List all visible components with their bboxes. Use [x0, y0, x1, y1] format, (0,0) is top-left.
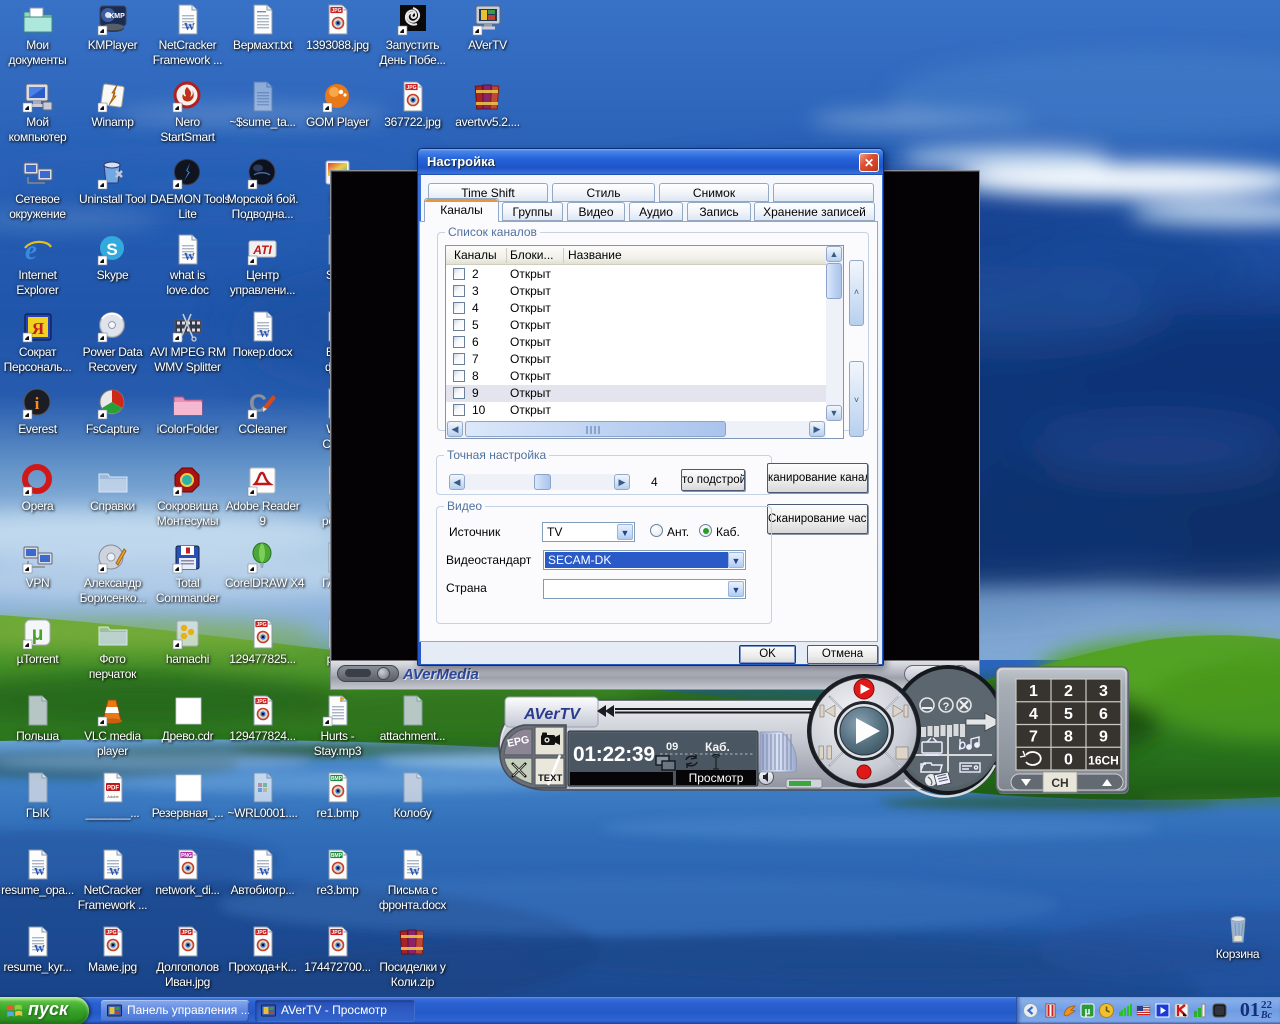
svg-text:e: e: [25, 235, 37, 265]
svg-text:5: 5: [1064, 706, 1073, 723]
svg-text:01:22:39: 01:22:39: [573, 743, 655, 766]
svg-text:PDF: PDF: [107, 786, 119, 792]
svg-text:W: W: [259, 328, 270, 340]
svg-text:4: 4: [1029, 706, 1038, 723]
svg-text:W: W: [184, 21, 195, 33]
svg-text:2: 2: [1064, 683, 1073, 700]
svg-text:6: 6: [1099, 706, 1108, 723]
svg-text:ATI: ATI: [252, 243, 272, 257]
svg-text:7: 7: [1029, 729, 1038, 746]
svg-text:Adobe: Adobe: [107, 794, 119, 799]
svg-text:JPG: JPG: [106, 930, 116, 936]
svg-text:W: W: [184, 251, 195, 263]
svg-text:JPG: JPG: [256, 699, 266, 705]
svg-text:W: W: [34, 866, 45, 878]
svg-text:8: 8: [1064, 729, 1073, 746]
svg-text:1: 1: [1029, 683, 1038, 700]
svg-text:?: ?: [943, 701, 950, 713]
svg-text:JPG: JPG: [331, 930, 341, 936]
svg-text:JPG: JPG: [256, 930, 266, 936]
svg-text:AVerTV: AVerTV: [523, 706, 581, 723]
svg-text:KMP: KMP: [109, 13, 125, 20]
svg-text:i: i: [34, 394, 39, 413]
svg-text:BMP: BMP: [330, 776, 342, 782]
svg-text:Просмотр: Просмотр: [689, 771, 744, 785]
svg-text:JPG: JPG: [256, 622, 266, 628]
svg-text:S: S: [106, 240, 117, 259]
svg-text:BMP: BMP: [330, 853, 342, 859]
svg-text:W: W: [409, 866, 420, 878]
svg-text:µ: µ: [1085, 1007, 1091, 1018]
svg-text:TEXT: TEXT: [538, 773, 562, 784]
svg-text:μ: μ: [31, 624, 43, 645]
svg-text:16CH: 16CH: [1088, 753, 1119, 767]
svg-text:W: W: [34, 943, 45, 955]
svg-text:PNG: PNG: [181, 853, 192, 859]
svg-text:Я: Я: [31, 319, 43, 338]
svg-text:0: 0: [1064, 751, 1073, 768]
svg-text:JPG: JPG: [181, 930, 191, 936]
svg-text:W: W: [109, 866, 120, 878]
svg-text:9: 9: [1099, 729, 1108, 746]
svg-text:JPG: JPG: [331, 8, 341, 14]
svg-text:3: 3: [1099, 683, 1108, 700]
svg-text:JPG: JPG: [406, 85, 416, 91]
svg-text:09: 09: [666, 741, 678, 753]
svg-text:Каб.: Каб.: [705, 740, 730, 754]
svg-text:CH: CH: [1051, 776, 1068, 790]
svg-text:W: W: [259, 866, 270, 878]
